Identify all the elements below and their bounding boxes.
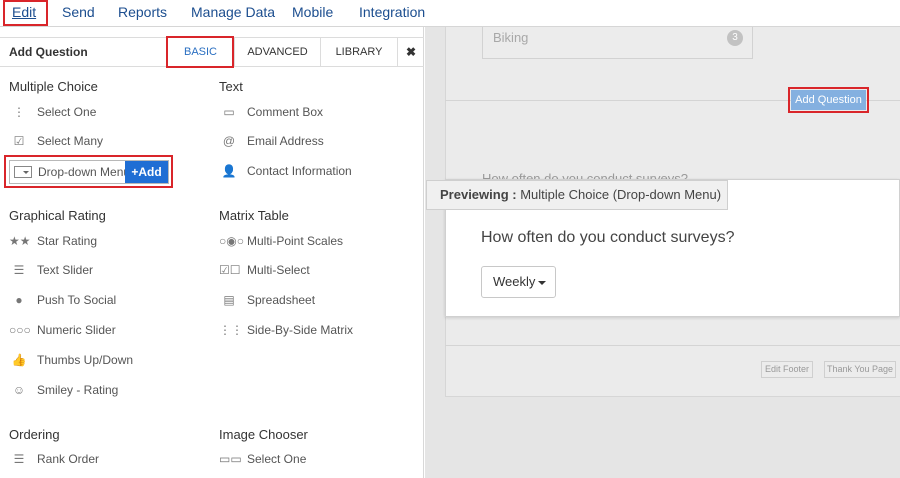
question-type-label: Rank Order: [37, 452, 100, 466]
answer-option: Biking 3: [482, 27, 753, 59]
question-type-rank-order[interactable]: ☰ Rank Order: [9, 448, 99, 470]
panel-title: Add Question: [9, 45, 88, 59]
share-icon: ●: [15, 293, 23, 307]
nav-mobile[interactable]: Mobile: [292, 4, 333, 20]
question-type-label: Star Rating: [37, 234, 98, 248]
answer-option-number: 3: [727, 30, 743, 46]
slider-icon: ☰: [13, 263, 25, 277]
section-image-chooser-title: Image Chooser: [219, 427, 308, 442]
question-type-label: Select Many: [37, 134, 104, 148]
top-nav: Edit Send Reports Manage Data Mobile Int…: [0, 0, 900, 27]
question-type-multi-point-scales[interactable]: ○◉○ Multi-Point Scales: [219, 230, 343, 252]
question-type-label: Numeric Slider: [37, 323, 116, 337]
tab-library[interactable]: LIBRARY: [320, 38, 397, 67]
preview-prefix: Previewing :: [440, 187, 517, 202]
answer-option-label: Biking: [493, 30, 529, 45]
question-type-smiley-rating[interactable]: ☺ Smiley - Rating: [9, 379, 119, 401]
smiley-icon: ☺: [12, 383, 26, 397]
question-type-star-rating[interactable]: ★★ Star Rating: [9, 230, 97, 252]
highlight-box-basic: [166, 36, 234, 68]
question-type-label: Thumbs Up/Down: [37, 353, 134, 367]
at-sign-icon: @: [222, 134, 236, 148]
divider: [445, 345, 900, 346]
tab-advanced[interactable]: ADVANCED: [234, 38, 320, 67]
matrix-icon: ⋮⋮: [219, 323, 243, 337]
section-graphical-rating-title: Graphical Rating: [9, 208, 106, 223]
question-type-select-one[interactable]: ⋮ Select One: [9, 101, 96, 123]
question-type-push-to-social[interactable]: ● Push To Social: [9, 289, 116, 311]
nav-reports[interactable]: Reports: [118, 4, 167, 20]
question-type-spreadsheet[interactable]: ▤ Spreadsheet: [219, 289, 315, 311]
highlight-box-dropdown: [4, 155, 173, 188]
question-type-label: Multi-Select: [247, 263, 310, 277]
question-text: How often do you conduct surveys?: [481, 229, 735, 246]
dots-scale-icon: ○◉○: [219, 234, 244, 248]
thumbs-up-icon: 👍: [11, 353, 27, 367]
question-type-multi-select[interactable]: ☑☐ Multi-Select: [219, 259, 310, 281]
add-question-panel: Add Question BASIC ADVANCED LIBRARY ✖ Mu…: [0, 27, 424, 478]
star-icon: ★★: [9, 234, 31, 248]
highlight-box-add-question: [788, 87, 869, 113]
edit-footer-button[interactable]: Edit Footer: [761, 361, 813, 378]
question-type-label: Multi-Point Scales: [247, 234, 344, 248]
section-multiple-choice-title: Multiple Choice: [9, 79, 98, 94]
nav-manage-data[interactable]: Manage Data: [191, 4, 275, 20]
preview-label: Previewing : Multiple Choice (Drop-down …: [426, 180, 728, 210]
checkbox-list-icon: ☑: [13, 134, 25, 148]
question-type-label: Select One: [37, 105, 97, 119]
question-type-thumbs-up-down[interactable]: 👍 Thumbs Up/Down: [9, 349, 134, 371]
list-icon: ☰: [13, 452, 25, 466]
question-type-email-address[interactable]: @ Email Address: [219, 130, 324, 152]
question-type-label: Contact Information: [247, 164, 352, 178]
comment-box-icon: ▭: [223, 105, 235, 119]
caret-down-icon: [538, 280, 547, 285]
question-type-label: Push To Social: [37, 293, 117, 307]
question-type-image-select-one[interactable]: ▭▭ Select One: [219, 448, 306, 470]
question-type-text-slider[interactable]: ☰ Text Slider: [9, 259, 93, 281]
question-type-label: Smiley - Rating: [37, 383, 119, 397]
section-matrix-table-title: Matrix Table: [219, 208, 289, 223]
question-type-label: Select One: [247, 452, 307, 466]
spreadsheet-icon: ▤: [223, 293, 235, 307]
question-type-label: Spreadsheet: [247, 293, 316, 307]
question-type-label: Comment Box: [247, 105, 324, 119]
question-type-label: Text Slider: [37, 263, 94, 277]
thank-you-page-button[interactable]: Thank You Page: [824, 361, 896, 378]
preview-type: Multiple Choice (Drop-down Menu): [520, 187, 722, 202]
question-type-select-many[interactable]: ☑ Select Many: [9, 130, 103, 152]
dropdown-value: Weekly: [493, 274, 536, 289]
question-type-side-by-side-matrix[interactable]: ⋮⋮ Side-By-Side Matrix: [219, 319, 353, 341]
question-type-comment-box[interactable]: ▭ Comment Box: [219, 101, 323, 123]
nav-send[interactable]: Send: [62, 4, 95, 20]
person-icon: 👤: [221, 164, 237, 178]
survey-canvas: Biking 3 Add Question How often do you c…: [425, 27, 900, 478]
question-type-label: Side-By-Side Matrix: [247, 323, 354, 337]
question-type-contact-information[interactable]: 👤 Contact Information: [219, 160, 352, 182]
close-icon[interactable]: ✖: [397, 38, 424, 67]
frequency-dropdown[interactable]: Weekly: [481, 266, 556, 298]
section-ordering-title: Ordering: [9, 427, 60, 442]
dots-scale-icon: ○○○: [9, 323, 31, 337]
question-type-label: Email Address: [247, 134, 324, 148]
nav-integration[interactable]: Integration: [359, 4, 425, 20]
question-type-numeric-slider[interactable]: ○○○ Numeric Slider: [9, 319, 116, 341]
image-icon: ▭▭: [219, 452, 242, 466]
checkbox-row-icon: ☑☐: [219, 263, 241, 277]
radio-list-icon: ⋮: [13, 105, 25, 119]
section-text-title: Text: [219, 79, 243, 94]
nav-edit[interactable]: Edit: [12, 4, 36, 20]
